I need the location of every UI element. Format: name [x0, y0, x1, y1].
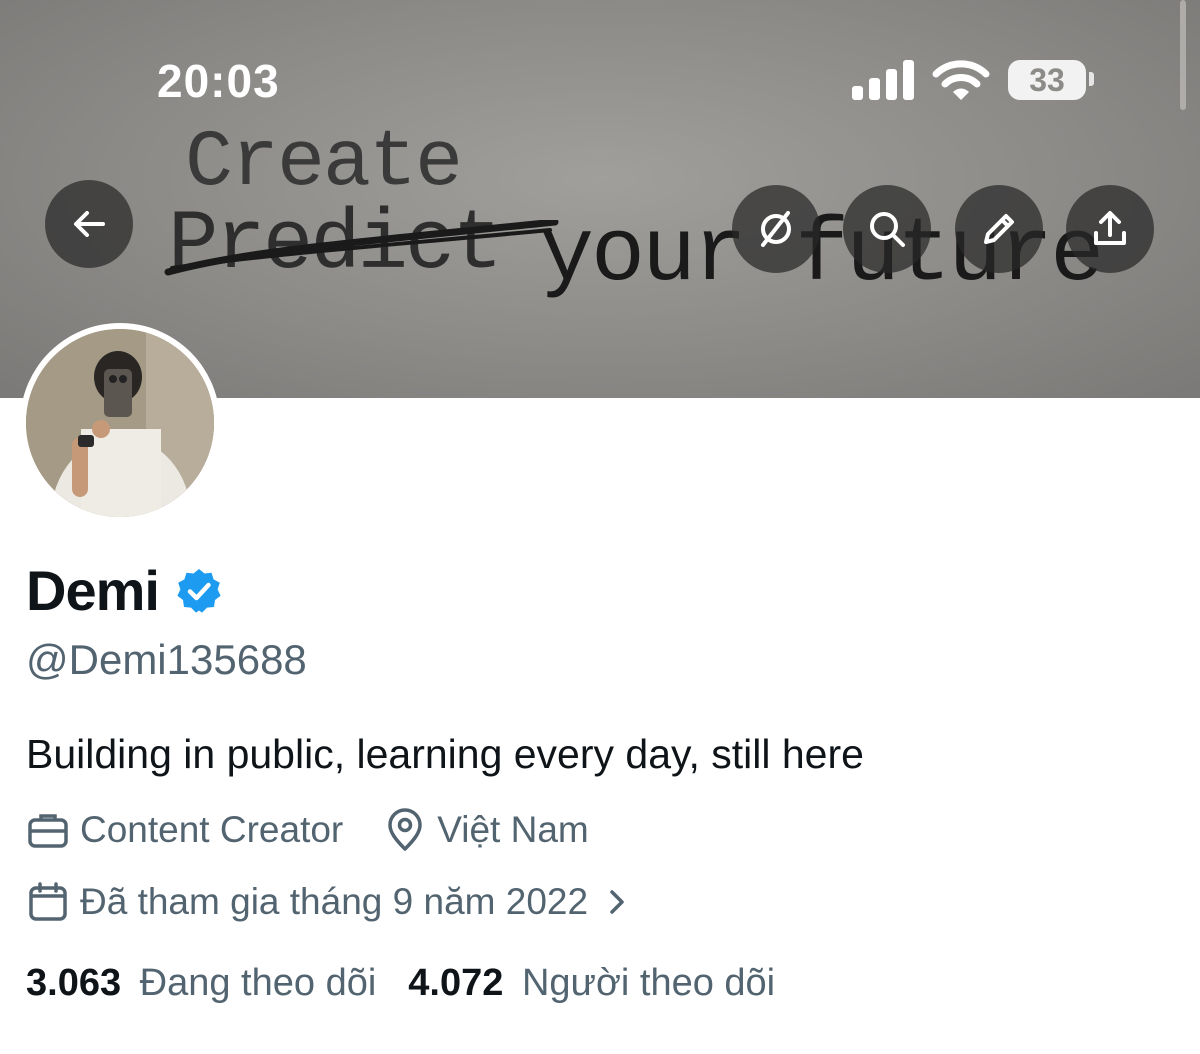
following-link[interactable]: 3.063 Đang theo dõi	[26, 962, 376, 1005]
profile-bio: Building in public, learning every day, …	[26, 731, 864, 777]
profile-handle: @Demi135688	[26, 636, 307, 683]
followers-label: Người theo dõi	[521, 962, 776, 1004]
followers-link[interactable]: 4.072 Người theo dõi	[408, 962, 775, 1005]
back-button[interactable]	[45, 180, 133, 268]
battery-level: 33	[1029, 61, 1065, 98]
share-button[interactable]	[1066, 185, 1154, 273]
signal-icon	[852, 60, 914, 100]
avatar-image	[26, 329, 214, 517]
grok-button[interactable]	[732, 185, 820, 273]
profile-banner[interactable]: Create Predict your future 20:03 33	[0, 0, 1200, 398]
edit-icon	[984, 214, 1014, 244]
battery-icon: 33	[1008, 60, 1086, 100]
profile-name-row: Demi	[26, 558, 223, 623]
search-icon	[870, 212, 905, 247]
profile-name: Demi	[26, 559, 160, 622]
avatar[interactable]	[20, 323, 220, 523]
chevron-right-icon	[610, 890, 624, 914]
profile-location: Việt Nam	[437, 809, 589, 850]
verified-badge-icon[interactable]	[175, 567, 223, 615]
following-label: Đang theo dõi	[139, 962, 377, 1004]
scrollbar[interactable]	[1180, 0, 1186, 110]
grok-icon	[761, 211, 791, 247]
back-arrow-icon	[74, 211, 105, 237]
following-count: 3.063	[26, 962, 122, 1004]
profile-joined-row[interactable]: Đã tham gia tháng 9 năm 2022	[26, 880, 632, 924]
profile-joined-date: Đã tham gia tháng 9 năm 2022	[80, 881, 589, 922]
avatar-photo	[26, 329, 214, 517]
battery-nub	[1089, 72, 1094, 86]
banner-text-create: Create	[185, 118, 463, 209]
edit-button[interactable]	[955, 185, 1043, 273]
wifi-icon	[932, 60, 990, 100]
banner-strikethrough	[164, 220, 559, 276]
followers-count: 4.072	[408, 962, 504, 1004]
profile-category: Content Creator	[80, 809, 344, 850]
status-time: 20:03	[157, 55, 280, 107]
location-pin-icon	[388, 808, 422, 851]
briefcase-icon	[28, 814, 68, 848]
share-icon	[1094, 211, 1126, 245]
profile-meta-row: Content Creator Việt Nam	[26, 808, 589, 852]
search-button[interactable]	[843, 185, 931, 273]
calendar-icon	[29, 882, 67, 921]
follow-stats: 3.063 Đang theo dõi 4.072 Người theo dõi	[26, 962, 775, 1005]
